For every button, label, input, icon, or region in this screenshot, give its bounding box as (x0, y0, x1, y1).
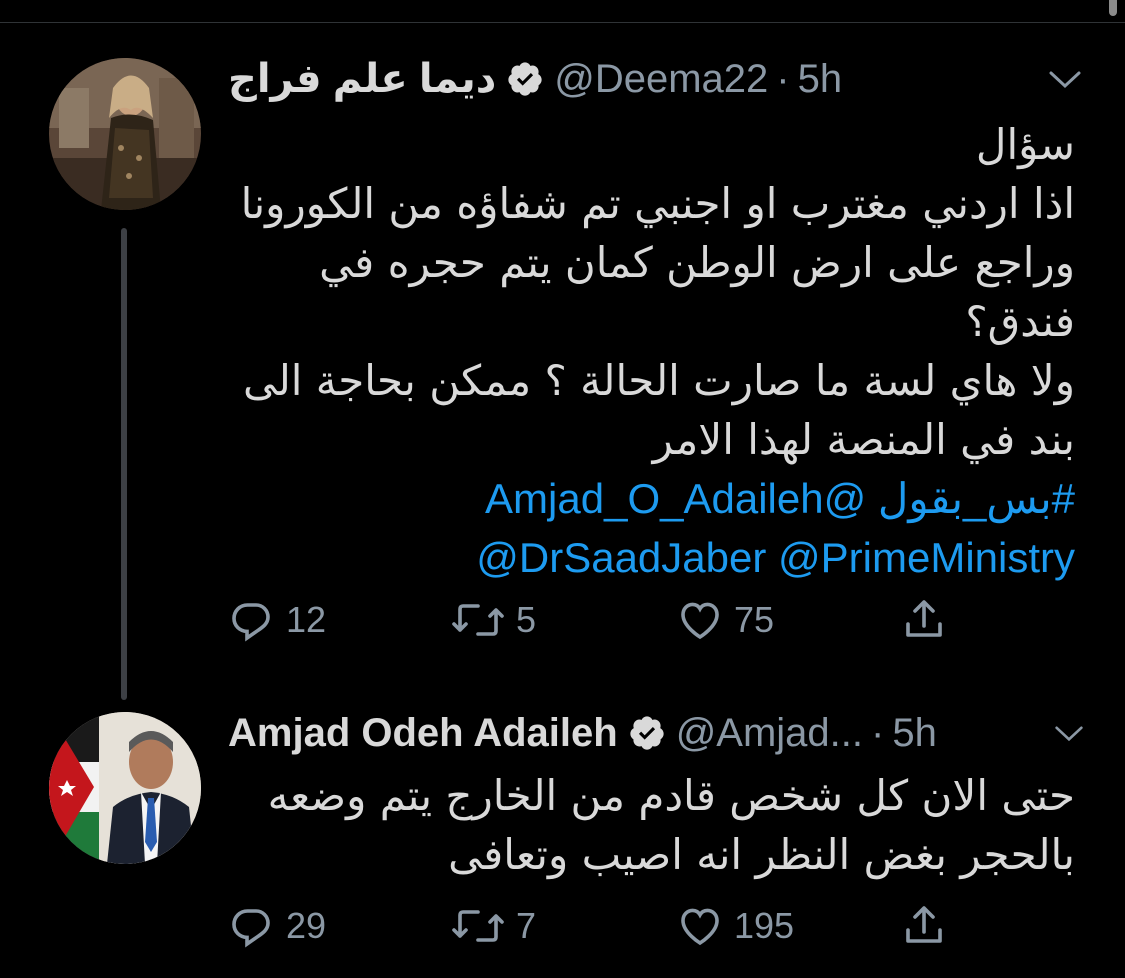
tweet-line: ولا هاي لسة ما صارت الحالة ؟ ممكن بحاجة … (242, 356, 1075, 405)
tweet-text: حتى الان كل شخص قادم من الخارج يتم وضعه … (228, 766, 1075, 884)
mention-links[interactable]: #بس_بقول @Amjad_O_Adaileh (228, 469, 1075, 528)
avatar-amjad[interactable] (49, 712, 201, 864)
tweet-header: Amjad Odeh Adaileh @Amjad... · 5h (228, 708, 1075, 758)
reply-icon (232, 909, 270, 948)
tweet-line: اذا اردني مغترب او اجنبي تم شفاؤه من الك… (240, 179, 1075, 228)
tweet-line: حتى الان كل شخص قادم من الخارج يتم وضعه (267, 771, 1075, 820)
like-button[interactable]: 195 (676, 902, 794, 950)
reply-count: 12 (286, 599, 327, 640)
chevron-down-icon[interactable] (1045, 60, 1085, 100)
tweet-line: بند في المنصة لهذا الامر (652, 415, 1075, 464)
retweet-icon (452, 604, 504, 636)
chevron-down-icon[interactable] (1049, 714, 1089, 754)
author-name[interactable]: Amjad Odeh Adaileh (228, 711, 618, 756)
tweet-line: وراجع على ارض الوطن كمان يتم حجره في (319, 238, 1075, 287)
thread-line (121, 228, 127, 700)
retweet-button[interactable]: 5 (450, 596, 536, 644)
retweet-button[interactable]: 7 (450, 902, 536, 950)
like-icon (681, 602, 719, 640)
share-icon (906, 906, 942, 943)
share-button[interactable] (900, 596, 958, 644)
avatar-deema[interactable] (49, 58, 201, 210)
like-count: 75 (734, 599, 775, 640)
like-button[interactable]: 75 (676, 596, 774, 644)
tweet-line: بالحجر بغض النظر انه اصيب وتعافى (448, 830, 1075, 879)
tweet-text: سؤال اذا اردني مغترب او اجنبي تم شفاؤه م… (228, 115, 1075, 587)
separator-dot: · (776, 56, 790, 101)
retweet-count: 7 (516, 905, 537, 946)
share-icon (906, 600, 942, 637)
tweet-line: سؤال (975, 120, 1075, 169)
tweet-amjad[interactable]: Amjad Odeh Adaileh @Amjad... · 5h حتى ال… (0, 700, 1125, 978)
tweet-actions: 29 7 195 (228, 902, 988, 958)
reply-button[interactable]: 29 (228, 902, 326, 950)
tweet-time[interactable]: 5h (892, 711, 937, 756)
tweet-time[interactable]: 5h (798, 57, 843, 102)
retweet-icon (452, 910, 504, 942)
share-button[interactable] (900, 902, 958, 950)
retweet-count: 5 (516, 599, 537, 640)
tweet-actions: 12 5 75 (228, 596, 988, 652)
verified-icon (506, 60, 544, 98)
tweet-line: فندق؟ (965, 297, 1075, 346)
tweet-header: ديما علم فراج @Deema22 · 5h (228, 54, 1075, 104)
author-name[interactable]: ديما علم فراج (228, 56, 496, 102)
reply-count: 29 (286, 905, 327, 946)
separator-dot: · (871, 710, 885, 755)
tweet-deema[interactable]: ديما علم فراج @Deema22 · 5h سؤال اذا ارد… (0, 0, 1125, 700)
author-handle[interactable]: @Deema22 (554, 57, 768, 102)
reply-button[interactable]: 12 (228, 596, 326, 644)
like-icon (681, 908, 719, 946)
mention-links[interactable]: @DrSaadJaber @PrimeMinistry (228, 528, 1075, 587)
reply-icon (232, 603, 270, 642)
like-count: 195 (734, 905, 795, 946)
verified-icon (628, 714, 666, 752)
author-handle[interactable]: @Amjad... (676, 711, 863, 756)
